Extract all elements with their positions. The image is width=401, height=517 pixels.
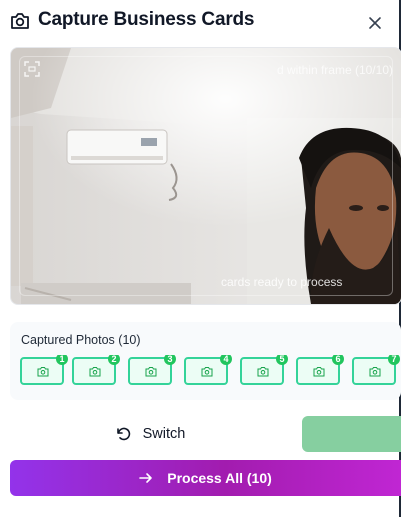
thumbnail-2[interactable]: 2 — [72, 355, 120, 385]
thumbnail-strip[interactable]: 1 2 3 4 5 6 7 — [10, 355, 401, 395]
bottom-overflow-area — [10, 510, 401, 517]
thumbnail-badge: 4 — [220, 355, 232, 365]
camera-icon — [37, 367, 49, 377]
thumbnail-badge: 3 — [164, 355, 176, 365]
thumbnail-3[interactable]: 3 — [128, 355, 176, 385]
frame-status-text: d within frame (10/10) — [276, 63, 393, 77]
camera-feed-image — [11, 48, 401, 304]
thumbnail-4[interactable]: 4 — [184, 355, 232, 385]
camera-icon — [89, 367, 101, 377]
thumbnail-1[interactable]: 1 — [20, 355, 68, 385]
process-all-button[interactable]: Process All (10) — [10, 460, 401, 496]
thumbnail-badge: 5 — [276, 355, 288, 365]
camera-icon — [201, 367, 213, 377]
camera-icon — [11, 13, 29, 29]
process-all-label: Process All (10) — [167, 470, 272, 486]
camera-icon — [369, 367, 381, 377]
camera-icon — [257, 367, 269, 377]
camera-icon — [313, 367, 325, 377]
thumbnail-badge: 2 — [108, 355, 120, 365]
arrow-right-icon — [139, 473, 153, 483]
dialog-header: Capture Business Cards — [10, 8, 390, 36]
captured-photos-panel: Captured Photos (10) 1 2 3 4 5 6 7 — [10, 322, 401, 400]
camera-icon — [145, 367, 157, 377]
switch-camera-button[interactable]: Switch — [10, 416, 290, 452]
camera-preview[interactable]: d within frame (10/10) cards ready to pr… — [10, 47, 401, 305]
scan-frame-icon — [24, 61, 40, 77]
thumbnail-badge: 7 — [388, 355, 400, 365]
dialog-title: Capture Business Cards — [38, 9, 255, 30]
thumbnail-7[interactable]: 7 — [352, 355, 400, 385]
thumbnail-5[interactable]: 5 — [240, 355, 288, 385]
thumbnail-6[interactable]: 6 — [296, 355, 344, 385]
captured-photos-label: Captured Photos (10) — [21, 333, 141, 347]
capture-button[interactable] — [302, 416, 401, 452]
thumbnail-badge: 1 — [56, 355, 68, 365]
ready-status-text: cards ready to process — [221, 275, 343, 289]
switch-button-label: Switch — [142, 426, 186, 442]
rotate-ccw-icon — [116, 427, 130, 441]
thumbnail-badge: 6 — [332, 355, 344, 365]
close-icon[interactable] — [366, 14, 384, 32]
